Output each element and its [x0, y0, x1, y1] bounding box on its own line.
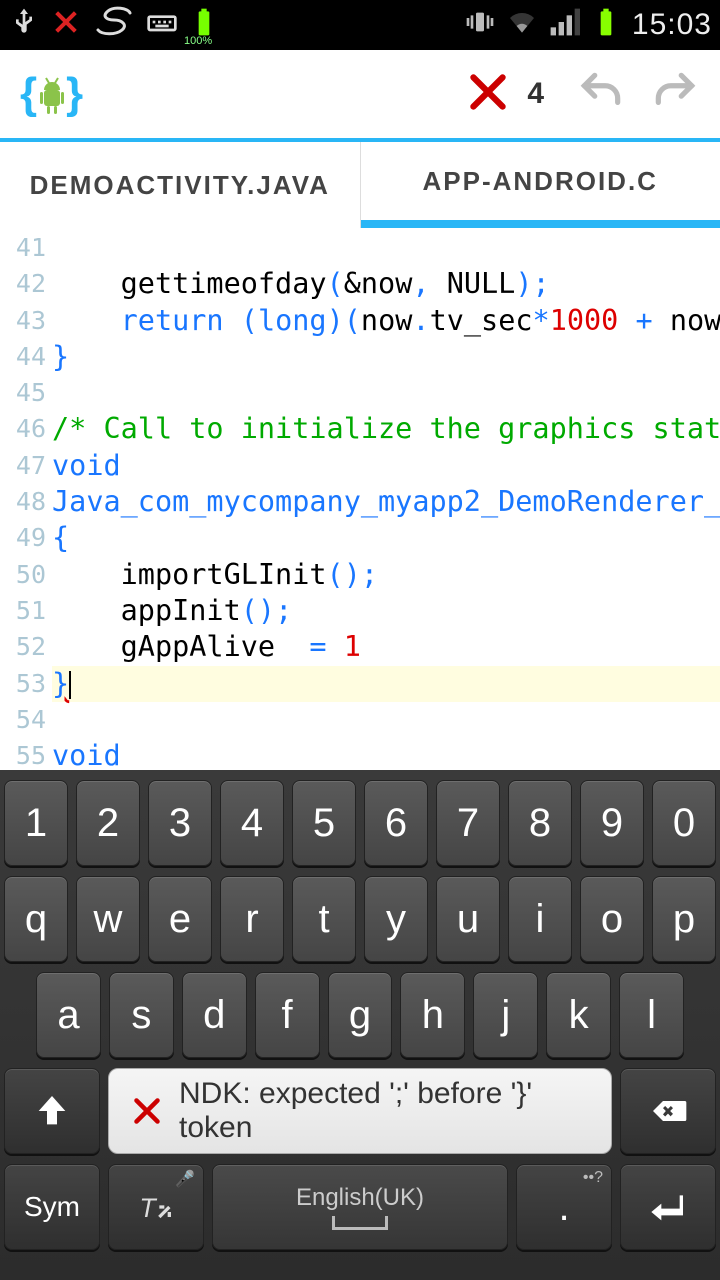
- key-backspace[interactable]: [620, 1068, 716, 1154]
- key-q[interactable]: q: [4, 876, 68, 962]
- undo-button[interactable]: [576, 67, 626, 122]
- key-l[interactable]: l: [619, 972, 684, 1058]
- tab-demoactivity[interactable]: DEMOACTIVITY.JAVA: [0, 142, 361, 228]
- clock-label: 15:03: [632, 8, 712, 42]
- vibrate-icon: [464, 6, 496, 45]
- tab-app-android[interactable]: APP-ANDROID.C: [361, 142, 720, 228]
- soft-keyboard: 1 2 3 4 5 6 7 8 9 0 q w e r t y u i o p …: [0, 770, 720, 1280]
- key-6[interactable]: 6: [364, 780, 428, 866]
- key-i[interactable]: i: [508, 876, 572, 962]
- key-r[interactable]: r: [220, 876, 284, 962]
- key-4[interactable]: 4: [220, 780, 284, 866]
- app-toolbar: { } 4: [0, 50, 720, 142]
- wifi-icon: [506, 6, 538, 45]
- key-5[interactable]: 5: [292, 780, 356, 866]
- tab-label: APP-ANDROID.C: [423, 166, 658, 197]
- key-s[interactable]: s: [109, 972, 174, 1058]
- svg-text:{: {: [20, 69, 37, 118]
- redo-button[interactable]: [650, 67, 700, 122]
- signal-icon: [548, 6, 580, 45]
- battery-pct-label: 100%: [184, 35, 212, 47]
- line-gutter: 41 42 43 44 45 46 47 48 49 50 51 52 53 5…: [0, 228, 52, 768]
- key-3[interactable]: 3: [148, 780, 212, 866]
- key-f[interactable]: f: [255, 972, 320, 1058]
- key-y[interactable]: y: [364, 876, 428, 962]
- key-space[interactable]: English(UK): [212, 1164, 508, 1250]
- key-shift[interactable]: [4, 1068, 100, 1154]
- key-h[interactable]: h: [400, 972, 465, 1058]
- key-0[interactable]: 0: [652, 780, 716, 866]
- keyboard-tray-icon: [146, 6, 178, 45]
- key-1[interactable]: 1: [4, 780, 68, 866]
- key-k[interactable]: k: [546, 972, 611, 1058]
- key-enter[interactable]: [620, 1164, 716, 1250]
- key-2[interactable]: 2: [76, 780, 140, 866]
- key-sym[interactable]: Sym: [4, 1164, 100, 1250]
- android-status-bar: 100% 15:03: [0, 0, 720, 50]
- close-icon: [129, 1093, 165, 1129]
- key-p[interactable]: p: [652, 876, 716, 962]
- svg-text:}: }: [66, 69, 83, 118]
- error-suggestion-bar[interactable]: NDK: expected ';' before '}' token: [108, 1068, 612, 1154]
- code-area[interactable]: gettimeofday(&now, NULL); return (long)(…: [52, 228, 720, 768]
- key-e[interactable]: e: [148, 876, 212, 962]
- key-a[interactable]: a: [36, 972, 101, 1058]
- space-label: English(UK): [296, 1184, 424, 1212]
- key-8[interactable]: 8: [508, 780, 572, 866]
- app-logo-icon[interactable]: { }: [20, 68, 84, 120]
- key-g[interactable]: g: [328, 972, 393, 1058]
- key-7[interactable]: 7: [436, 780, 500, 866]
- suggestion-text: NDK: expected ';' before '}' token: [179, 1077, 591, 1145]
- key-d[interactable]: d: [182, 972, 247, 1058]
- key-dot[interactable]: .••?: [516, 1164, 612, 1250]
- usb-icon: [8, 6, 40, 45]
- mic-icon: 🎤: [175, 1169, 195, 1189]
- space-glyph-icon: [332, 1216, 388, 1230]
- code-editor[interactable]: 41 42 43 44 45 46 47 48 49 50 51 52 53 5…: [0, 228, 720, 768]
- key-9[interactable]: 9: [580, 780, 644, 866]
- file-tabs: DEMOACTIVITY.JAVA APP-ANDROID.C: [0, 142, 720, 228]
- s-letter-icon: [92, 6, 136, 45]
- key-t[interactable]: t: [292, 876, 356, 962]
- key-w[interactable]: w: [76, 876, 140, 962]
- error-count-label: 4: [527, 77, 544, 111]
- battery-left-icon: 100%: [188, 6, 220, 45]
- key-input-mode[interactable]: T 🎤: [108, 1164, 204, 1250]
- key-u[interactable]: u: [436, 876, 500, 962]
- key-j[interactable]: j: [473, 972, 538, 1058]
- key-o[interactable]: o: [580, 876, 644, 962]
- tab-label: DEMOACTIVITY.JAVA: [30, 170, 330, 201]
- close-red-icon: [50, 6, 82, 45]
- svg-text:T: T: [139, 1193, 157, 1223]
- battery-right-icon: [590, 6, 622, 45]
- error-indicator-icon[interactable]: [463, 67, 513, 122]
